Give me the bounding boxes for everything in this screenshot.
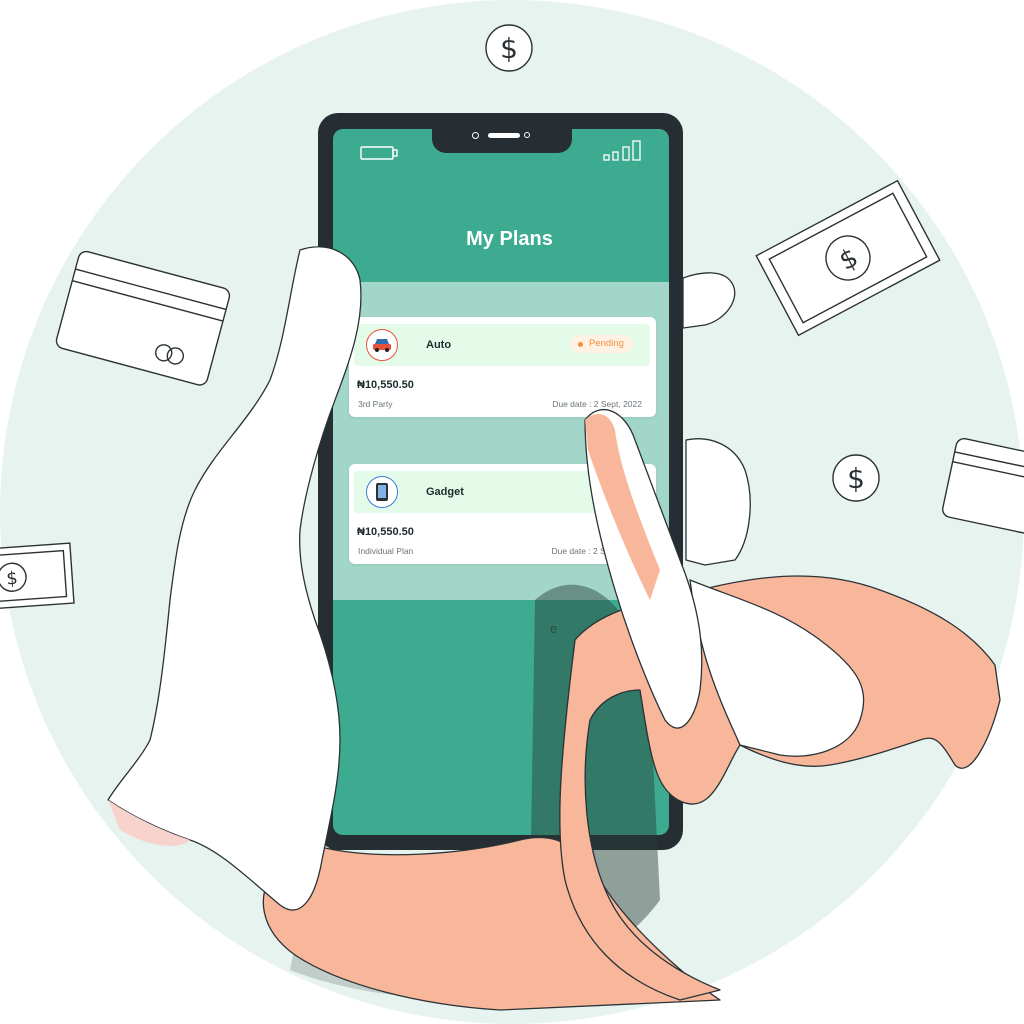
hands-illustration <box>107 246 1001 1011</box>
